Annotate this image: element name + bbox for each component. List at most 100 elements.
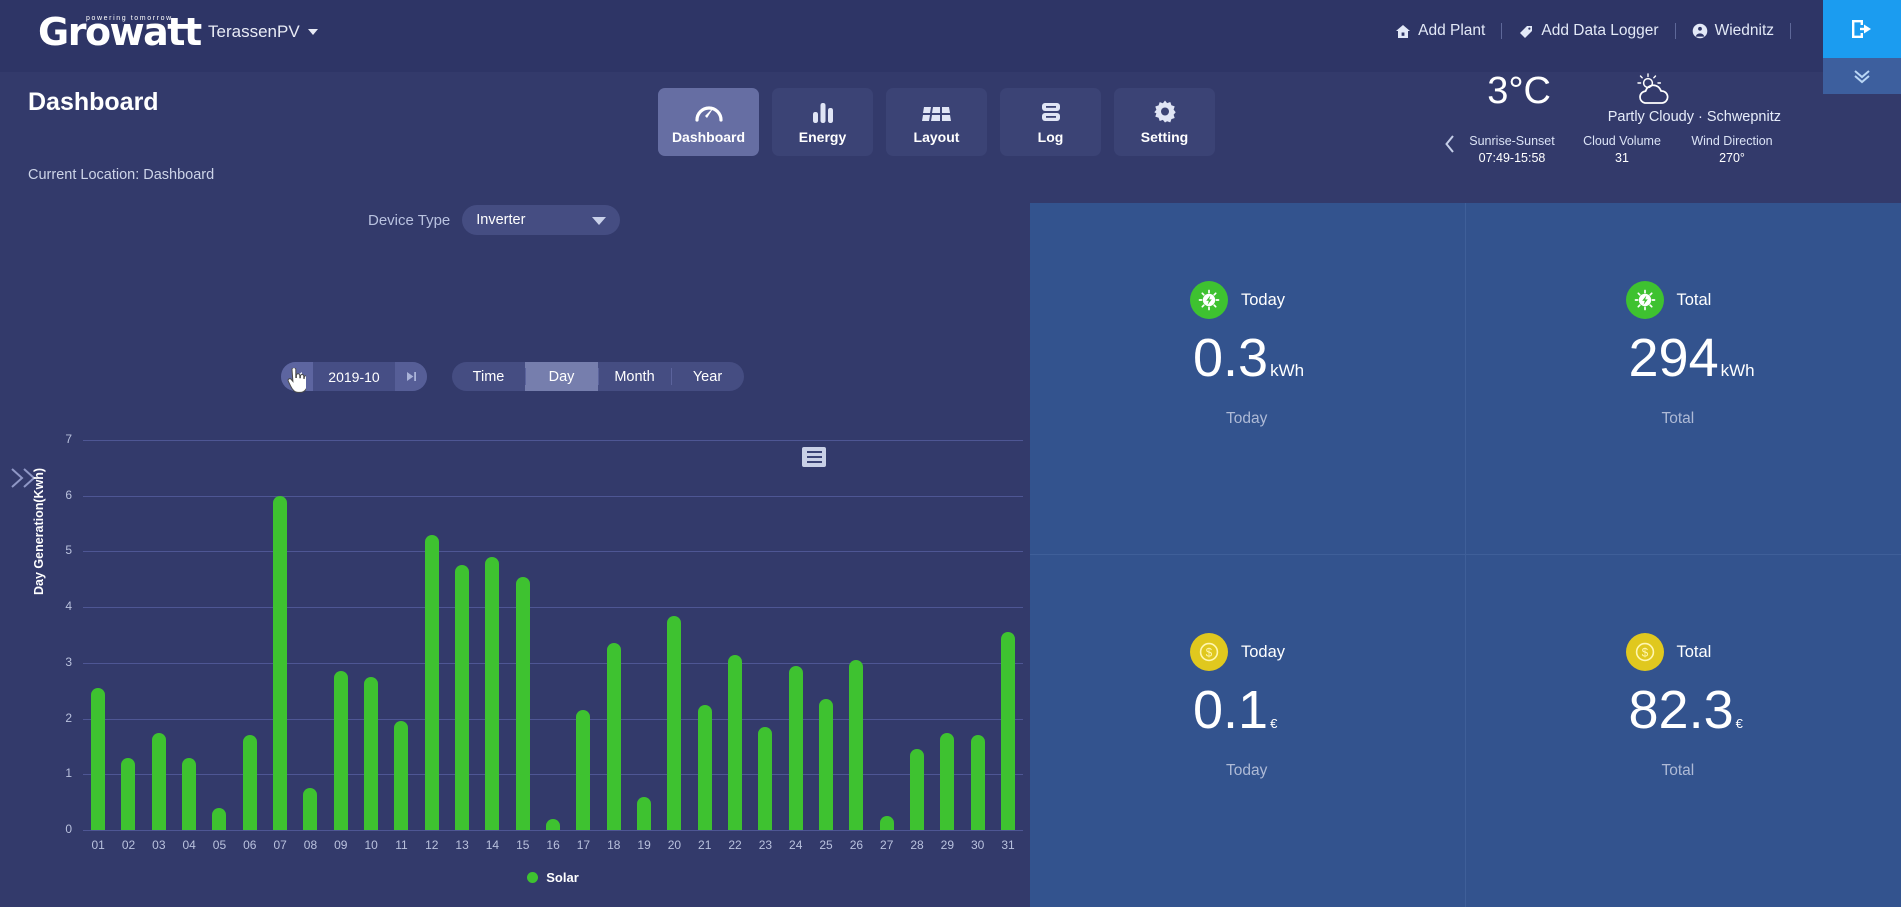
tab-layout[interactable]: Layout: [886, 88, 987, 156]
chart-y-tick: 6: [65, 487, 72, 502]
chart-x-tick: 20: [667, 838, 682, 852]
chart-bar-cell[interactable]: [144, 440, 174, 830]
stat-card-value-group: 294 kWh: [1629, 331, 1755, 385]
period-month[interactable]: Month: [598, 362, 671, 391]
tab-log[interactable]: Log: [1000, 88, 1101, 156]
chart-bar[interactable]: [242, 735, 257, 830]
user-account-button[interactable]: Wiednitz: [1676, 22, 1790, 40]
chart-bar-cell[interactable]: [720, 440, 750, 830]
chart-bar-cell[interactable]: [326, 440, 356, 830]
chart-bar[interactable]: [485, 557, 500, 830]
chart-bar-cell[interactable]: [174, 440, 204, 830]
chart-bar[interactable]: [758, 726, 773, 830]
chart-bar[interactable]: [333, 671, 348, 830]
stat-card-unit: €: [1270, 716, 1278, 731]
add-data-logger-button[interactable]: Add Data Logger: [1502, 22, 1674, 40]
chart-bar[interactable]: [212, 807, 227, 830]
chart-bar[interactable]: [91, 687, 106, 830]
chart-bar-cell[interactable]: [690, 440, 720, 830]
stat-card-total-revenue: $ Total 82.3 € Total: [1466, 555, 1901, 907]
chart-bar[interactable]: [515, 576, 530, 830]
weather-prev-button[interactable]: [1444, 134, 1456, 160]
chart-bar-cell[interactable]: [963, 440, 993, 830]
chart-bar[interactable]: [424, 534, 439, 830]
date-next-button[interactable]: [395, 362, 427, 391]
stat-cards-panel: Today 0.3 kWh Today Total 294 kWh Total …: [1030, 203, 1901, 907]
chart-bar-cell[interactable]: [356, 440, 386, 830]
chart-bar[interactable]: [303, 788, 318, 830]
date-prev-button[interactable]: [281, 362, 313, 391]
chart-x-tick: 27: [880, 838, 894, 852]
chart-bar-cell[interactable]: [477, 440, 507, 830]
chart-bar[interactable]: [121, 757, 136, 830]
chart-bar-cell[interactable]: [235, 440, 265, 830]
chart-bar[interactable]: [576, 710, 591, 830]
chart-bar[interactable]: [819, 699, 834, 830]
chart-bar-cell[interactable]: [386, 440, 416, 830]
chart-bar[interactable]: [1001, 632, 1015, 830]
chart-bar[interactable]: [455, 565, 470, 830]
chart-bar[interactable]: [788, 665, 803, 830]
chart-bar-cell[interactable]: [993, 440, 1023, 830]
chart-bar-cell[interactable]: [872, 440, 902, 830]
chart-bar[interactable]: [667, 615, 682, 830]
chart-bar[interactable]: [910, 749, 925, 830]
stat-card-title: Total: [1676, 290, 1712, 309]
stat-card-header: Total: [1625, 281, 1712, 319]
period-day[interactable]: Day: [525, 362, 598, 391]
chart-bar-cell[interactable]: [447, 440, 477, 830]
plant-selector[interactable]: TerassenPV: [208, 22, 318, 42]
chart-bar-cell[interactable]: [811, 440, 841, 830]
home-icon: [1396, 24, 1411, 38]
chart-bar-cell[interactable]: [568, 440, 598, 830]
chart-bar-cell[interactable]: [902, 440, 932, 830]
chart-bar-cell[interactable]: [265, 440, 295, 830]
chart-bar-cell[interactable]: [629, 440, 659, 830]
chart-gridline: 0: [65, 822, 1023, 836]
chart-bar-cell[interactable]: [841, 440, 871, 830]
chart-bar-cell[interactable]: [113, 440, 143, 830]
chart-bar-cell[interactable]: [508, 440, 538, 830]
tab-setting[interactable]: Setting: [1114, 88, 1215, 156]
chart-bar[interactable]: [637, 796, 652, 830]
user-name-label: Wiednitz: [1714, 22, 1774, 39]
chart-bar[interactable]: [273, 495, 288, 830]
chart-bar-cell[interactable]: [204, 440, 234, 830]
chart-bar[interactable]: [697, 704, 712, 830]
chart-bar-cell[interactable]: [83, 440, 113, 830]
chart-bar-cell[interactable]: [417, 440, 447, 830]
chart-bar[interactable]: [849, 660, 864, 830]
chart-bar[interactable]: [879, 816, 894, 830]
chart-bar[interactable]: [182, 757, 197, 830]
gear-icon: [1153, 100, 1177, 123]
collapse-header-button[interactable]: [1823, 58, 1901, 94]
chart-bar-cell[interactable]: [781, 440, 811, 830]
chart-bar[interactable]: [606, 643, 621, 830]
chart-bar-cell[interactable]: [750, 440, 780, 830]
chart-bar-cell[interactable]: [659, 440, 689, 830]
device-type-select[interactable]: Inverter: [462, 205, 621, 235]
chart-bar[interactable]: [728, 654, 743, 830]
chart-bar-cell[interactable]: [599, 440, 629, 830]
chart-y-tick: 3: [65, 654, 72, 669]
chart-bar-cell[interactable]: [295, 440, 325, 830]
tab-energy[interactable]: Energy: [772, 88, 873, 156]
chart-bar[interactable]: [940, 732, 955, 830]
period-year[interactable]: Year: [671, 362, 744, 391]
chart-bar-cell[interactable]: [538, 440, 568, 830]
chart-bar[interactable]: [970, 735, 985, 830]
partly-cloudy-icon: [1630, 72, 1676, 111]
chart-legend: Solar: [83, 870, 1023, 885]
chart-bar[interactable]: [546, 818, 561, 830]
chart-bar[interactable]: [394, 721, 409, 830]
chart-bar[interactable]: [151, 732, 166, 830]
tab-dashboard[interactable]: Dashboard: [658, 88, 759, 156]
logout-icon: [1852, 20, 1871, 38]
add-plant-button[interactable]: Add Plant: [1379, 22, 1501, 40]
chart-bar[interactable]: [364, 676, 379, 830]
weather-widget: 3°C Partly Cloudy · Schwepnitz Sunrise-S…: [1441, 70, 1801, 167]
chart-bar-cell[interactable]: [932, 440, 962, 830]
period-time[interactable]: Time: [452, 362, 525, 391]
logout-button[interactable]: [1823, 0, 1901, 58]
chart-x-tick: 11: [395, 838, 408, 852]
